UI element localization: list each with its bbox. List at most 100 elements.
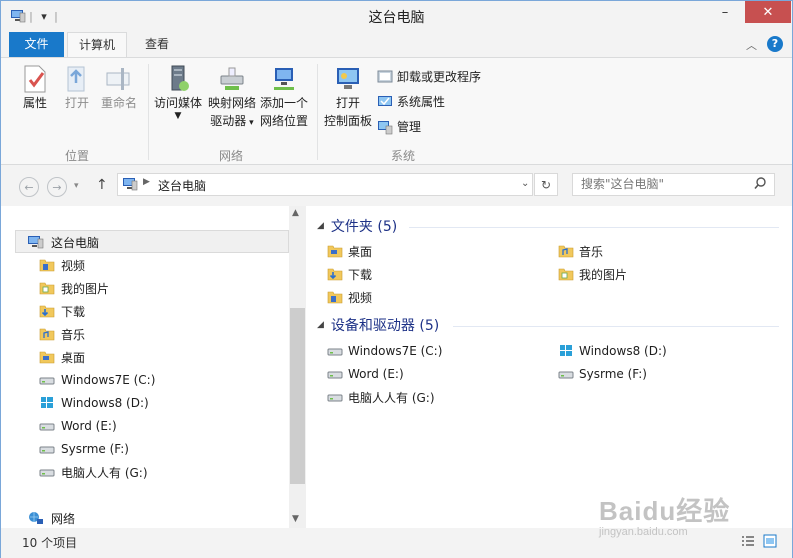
folder-item-music[interactable]: 音乐 [558, 241, 603, 261]
access-media-button[interactable]: 访问媒体 ▼ [152, 64, 204, 121]
system-properties-icon [378, 95, 392, 106]
manage-button[interactable]: 管理 [377, 118, 421, 135]
nav-label-videos: 视频 [61, 258, 86, 273]
breadcrumb[interactable]: 这台电脑 [158, 177, 206, 194]
scrollbar-thumb[interactable] [290, 308, 305, 484]
nav-label-drive-g: 电脑人人有 (G:) [61, 465, 148, 480]
control-panel-icon [337, 68, 359, 89]
search-input[interactable]: 搜索"这台电脑" [572, 173, 775, 196]
control-panel-label-2: 控制面板 [323, 114, 372, 128]
tab-view[interactable]: 查看 [133, 32, 181, 57]
system-properties-button[interactable]: 系统属性 [377, 93, 445, 110]
nav-item-videos[interactable]: 视频 [39, 254, 85, 276]
add-network-location-button[interactable]: 添加一个 网络位置 [258, 64, 310, 130]
drive-label-e: Word (E:) [348, 367, 404, 381]
drive-item-d[interactable]: Windows8 (D:) [558, 341, 667, 361]
ribbon: 属性 打开 重命名 位置 访问媒体 ▼ 映射网络 驱动器 ▾ 添加一个 网络位置… [1, 57, 792, 165]
drive-item-c[interactable]: Windows7E (C:) [327, 341, 442, 361]
access-media-label: 访问媒体 [153, 96, 202, 110]
open-control-panel-button[interactable]: 打开 控制面板 [322, 64, 374, 130]
desktop-folder-icon [39, 351, 55, 364]
back-button[interactable]: ← [19, 177, 39, 197]
nav-item-drive-d[interactable]: Windows8 (D:) [39, 392, 149, 414]
uninstall-button[interactable]: 卸载或更改程序 [377, 68, 481, 85]
ribbon-separator [148, 64, 149, 160]
drive-label-f: Sysrme (F:) [579, 367, 647, 381]
nav-label-drive-d: Windows8 (D:) [61, 396, 149, 410]
collapse-ribbon-icon[interactable]: ︿ [746, 37, 757, 53]
tab-computer[interactable]: 计算机 [67, 32, 127, 58]
rename-icon [106, 68, 130, 90]
refresh-button[interactable]: ↻ [534, 173, 558, 196]
nav-item-desktop[interactable]: 桌面 [39, 346, 85, 368]
breadcrumb-chevron-icon[interactable]: ▶ [143, 177, 150, 187]
ribbon-tabs: 文件 计算机 查看 ︿ ? [1, 32, 792, 58]
up-button[interactable]: ↑ [96, 177, 108, 193]
nav-item-drive-g[interactable]: 电脑人人有 (G:) [39, 461, 148, 483]
chevron-down-icon: ◢ [317, 320, 324, 330]
map-drive-button[interactable]: 映射网络 驱动器 ▾ [206, 64, 258, 132]
group-header-folders[interactable]: ◢ 文件夹 (5) [317, 216, 397, 236]
nav-item-this-pc[interactable]: 这台电脑 [27, 231, 99, 253]
hard-drive-icon [39, 423, 55, 431]
nav-item-downloads[interactable]: 下载 [39, 300, 85, 322]
hard-drive-icon [39, 446, 55, 454]
network-location-icon [274, 68, 294, 90]
drive-item-f[interactable]: Sysrme (F:) [558, 364, 647, 384]
rename-button[interactable]: 重命名 [97, 64, 141, 112]
map-drive-label-2: 驱动器 [210, 114, 247, 128]
folder-label-desktop: 桌面 [348, 244, 373, 259]
windows-drive-icon [41, 397, 53, 408]
downloads-folder-icon [39, 305, 55, 318]
computer-icon [122, 177, 138, 191]
close-button[interactable]: ✕ [745, 1, 791, 23]
group-divider [453, 326, 779, 327]
scroll-up-arrow[interactable]: ▲ [292, 208, 299, 218]
help-icon[interactable]: ? [767, 36, 783, 52]
videos-folder-icon [39, 259, 55, 272]
nav-label-drive-c: Windows7E (C:) [61, 373, 156, 387]
hard-drive-icon [39, 377, 55, 385]
nav-item-drive-e[interactable]: Word (E:) [39, 415, 117, 437]
folder-item-desktop[interactable]: 桌面 [327, 241, 372, 261]
nav-item-drive-f[interactable]: Sysrme (F:) [39, 438, 129, 460]
chevron-down-icon: ▼ [174, 111, 182, 121]
nav-item-network[interactable]: 网络 [27, 507, 75, 529]
folder-item-pictures[interactable]: 我的图片 [558, 264, 627, 284]
forward-button[interactable]: → [47, 177, 67, 197]
nav-label-downloads: 下载 [61, 304, 86, 319]
properties-button[interactable]: 属性 [15, 64, 55, 112]
group-label-system: 系统 [390, 149, 415, 163]
add-location-label-2: 网络位置 [259, 114, 308, 128]
downloads-folder-icon [327, 268, 343, 281]
nav-item-drive-c[interactable]: Windows7E (C:) [39, 369, 155, 391]
network-icon [29, 512, 43, 524]
open-button[interactable]: 打开 [59, 64, 95, 112]
uninstall-icon [377, 70, 393, 82]
media-server-icon [171, 65, 189, 91]
manage-label: 管理 [397, 120, 422, 134]
drive-item-g[interactable]: 电脑人人有 (G:) [327, 387, 435, 407]
nav-item-pictures[interactable]: 我的图片 [39, 277, 109, 299]
devices-header-label: 设备和驱动器 (5) [330, 318, 440, 334]
tab-file[interactable]: 文件 [9, 32, 64, 57]
folders-header-label: 文件夹 (5) [330, 219, 398, 235]
address-bar[interactable]: ▶ 这台电脑 ⌄ [117, 173, 533, 196]
folder-item-downloads[interactable]: 下载 [327, 264, 372, 284]
recent-locations-chevron[interactable]: ▾ [74, 181, 79, 191]
nav-label-desktop: 桌面 [61, 350, 86, 365]
search-icon[interactable] [753, 176, 767, 190]
folder-label-music: 音乐 [579, 244, 604, 259]
scroll-down-arrow[interactable]: ▼ [292, 514, 299, 524]
chevron-down-icon: ▾ [246, 118, 254, 128]
folder-label-videos: 视频 [348, 290, 373, 305]
drive-label-c: Windows7E (C:) [348, 344, 443, 358]
drive-item-e[interactable]: Word (E:) [327, 364, 404, 384]
explorer-window: | ▾ | 这台电脑 – □ ✕ 文件 计算机 查看 ︿ ? 属性 打开 重命名… [0, 0, 793, 558]
folder-item-videos[interactable]: 视频 [327, 287, 372, 307]
nav-item-music[interactable]: 音乐 [39, 323, 85, 345]
music-folder-icon [558, 245, 574, 258]
group-header-devices[interactable]: ◢ 设备和驱动器 (5) [317, 315, 439, 335]
minimize-button[interactable]: – [712, 1, 738, 23]
address-dropdown-icon[interactable]: ⌄ [521, 178, 529, 189]
